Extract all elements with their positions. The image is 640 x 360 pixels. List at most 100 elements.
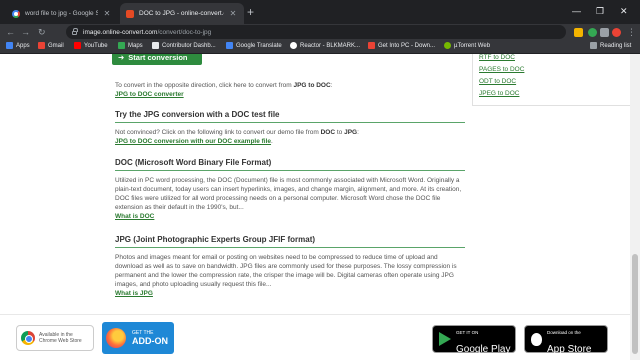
bookmark-apps[interactable]: Apps — [6, 42, 30, 49]
extensions-puzzle-icon[interactable] — [600, 28, 609, 37]
gmail-icon — [38, 42, 45, 49]
text: . — [271, 138, 273, 145]
badge-big-text: Chrome Web Store — [39, 338, 82, 344]
forward-icon[interactable]: → — [21, 25, 30, 39]
badge-small-text: Download on the — [547, 330, 581, 335]
bookmark-getintopc[interactable]: Get Into PC - Down... — [368, 42, 435, 49]
divider — [115, 122, 465, 123]
bookmark-reactor[interactable]: Reactor - BLKMARK... — [290, 42, 360, 49]
bookmark-label: Maps — [128, 42, 143, 49]
firefox-logo-icon — [106, 328, 126, 348]
doc-format-heading: DOC (Microsoft Word Binary File Format) — [115, 158, 272, 167]
divider — [115, 170, 465, 171]
opposite-direction-text: To convert in the opposite direction, cl… — [115, 81, 465, 99]
divider — [115, 247, 465, 248]
bold-text: DOC — [320, 129, 336, 136]
browser-toolbar: ← → ↻ image.online-convert.com /convert/… — [0, 24, 640, 40]
close-tab-icon[interactable]: ✕ — [228, 9, 238, 18]
bookmark-label: Contributor Dashb... — [162, 42, 216, 49]
google-play-badge[interactable]: GET IT ON Google Play — [432, 325, 516, 355]
extension-icon[interactable] — [588, 28, 597, 37]
chrome-web-store-badge[interactable]: Available in the Chrome Web Store — [16, 325, 94, 351]
bookmark-utorrent[interactable]: µTorrent Web — [444, 42, 490, 49]
getintopc-icon — [368, 42, 375, 49]
close-window-icon[interactable]: ✕ — [620, 4, 628, 18]
lock-icon — [72, 28, 78, 35]
start-icon: ➜ — [118, 54, 125, 62]
badge-text: Available in the Chrome Web Store — [39, 332, 82, 344]
google-play-icon — [439, 332, 451, 346]
bookmark-label: YouTube — [84, 42, 108, 49]
doc-format-description: Utilized in PC word processing, the DOC … — [115, 176, 465, 221]
bookmark-label: Gmail — [48, 42, 64, 49]
example-file-link[interactable]: JPG to DOC conversion with our DOC examp… — [115, 138, 271, 145]
badge-big-text: App Store — [547, 344, 592, 355]
bookmark-label: µTorrent Web — [454, 42, 491, 49]
reload-icon[interactable]: ↻ — [38, 25, 46, 39]
reactor-icon — [290, 42, 297, 49]
tab-online-convert[interactable]: DOC to JPG - online-convert.com ✕ — [120, 3, 244, 24]
footer-badges: Available in the Chrome Web Store GET TH… — [0, 314, 630, 360]
text: To convert in the opposite direction, cl… — [115, 82, 294, 89]
apple-logo-icon — [531, 332, 542, 346]
maximize-icon[interactable]: ❐ — [596, 4, 604, 18]
text: Utilized in PC word processing, the DOC … — [115, 177, 462, 211]
tab-title: DOC to JPG - online-convert.com — [139, 10, 224, 17]
what-is-doc-link[interactable]: What is DOC — [115, 213, 154, 220]
text: Not convinced? Click on the following li… — [115, 129, 321, 136]
app-store-badge[interactable]: Download on the App Store — [524, 325, 608, 355]
what-is-jpg-link[interactable]: What is JPG — [115, 290, 153, 297]
sidebar-related-converters: RTF to DOC PAGES to DOC ODT to DOC JPEG … — [472, 54, 630, 106]
youtube-icon — [74, 42, 81, 49]
bookmark-youtube[interactable]: YouTube — [74, 42, 108, 49]
odt-to-doc-link[interactable]: ODT to DOC — [479, 78, 516, 85]
tab-google-search[interactable]: word file to jpg - Google Search ✕ — [6, 3, 118, 24]
url-path: /convert/doc-to-jpg — [157, 28, 212, 36]
tab-title: word file to jpg - Google Search — [25, 10, 98, 17]
text: Photos and images meant for email or pos… — [115, 254, 457, 288]
jpg-to-doc-converter-link[interactable]: JPG to DOC converter — [115, 91, 184, 98]
online-convert-favicon-icon — [126, 9, 134, 18]
bookmark-maps[interactable]: Maps — [118, 42, 143, 49]
close-tab-icon[interactable]: ✕ — [102, 9, 112, 18]
page-content: ➜ Start conversion To convert in the opp… — [0, 54, 630, 360]
address-bar[interactable]: image.online-convert.com /convert/doc-to… — [66, 25, 566, 39]
test-file-heading: Try the JPG conversion with a DOC test f… — [115, 110, 280, 119]
maps-icon — [118, 42, 125, 49]
bookmark-contributor[interactable]: Contributor Dashb... — [152, 42, 216, 49]
minimize-icon[interactable]: — — [572, 4, 581, 18]
utorrent-icon — [444, 42, 451, 49]
firefox-addon-badge[interactable]: GET THE ADD-ON — [102, 322, 174, 354]
badge-small-text: GET IT ON — [456, 330, 479, 335]
google-favicon-icon — [12, 9, 20, 18]
start-conversion-button[interactable]: ➜ Start conversion — [112, 54, 202, 65]
badge-text: GET IT ON Google Play — [456, 321, 510, 357]
new-tab-icon[interactable]: + — [247, 5, 254, 19]
menu-icon[interactable]: ⋮ — [627, 25, 636, 39]
bookmark-label: Google Translate — [236, 42, 282, 49]
bookmark-gmail[interactable]: Gmail — [38, 42, 64, 49]
bold-text: JPG to DOC — [293, 82, 331, 89]
rtf-to-doc-link[interactable]: RTF to DOC — [479, 54, 515, 61]
apps-grid-icon — [6, 42, 13, 49]
back-icon[interactable]: ← — [6, 25, 15, 39]
pages-to-doc-link[interactable]: PAGES to DOC — [479, 66, 524, 73]
extension-icon[interactable] — [574, 28, 583, 37]
page-scrollbar[interactable] — [630, 54, 640, 360]
bookmarks-bar: Apps Gmail YouTube Maps Contributor Dash… — [0, 40, 640, 54]
bookmark-google-translate[interactable]: Google Translate — [226, 42, 282, 49]
profile-avatar[interactable] — [612, 28, 621, 37]
jpg-format-heading: JPG (Joint Photographic Experts Group JF… — [115, 235, 316, 244]
jpeg-to-doc-link[interactable]: JPEG to DOC — [479, 90, 519, 97]
translate-icon — [226, 42, 233, 49]
chrome-logo-icon — [21, 331, 35, 345]
scrollbar-thumb[interactable] — [632, 254, 638, 354]
badge-text: Download on the App Store — [547, 321, 591, 357]
reading-list[interactable]: Reading list — [590, 42, 631, 49]
badge-big-text: Google Play — [456, 344, 511, 355]
reading-list-icon — [590, 42, 597, 49]
bookmark-label: Get Into PC - Down... — [378, 42, 436, 49]
start-conversion-label: Start conversion — [128, 54, 188, 62]
text: : — [357, 129, 359, 136]
bookmark-label: Reactor - BLKMARK... — [300, 42, 361, 49]
